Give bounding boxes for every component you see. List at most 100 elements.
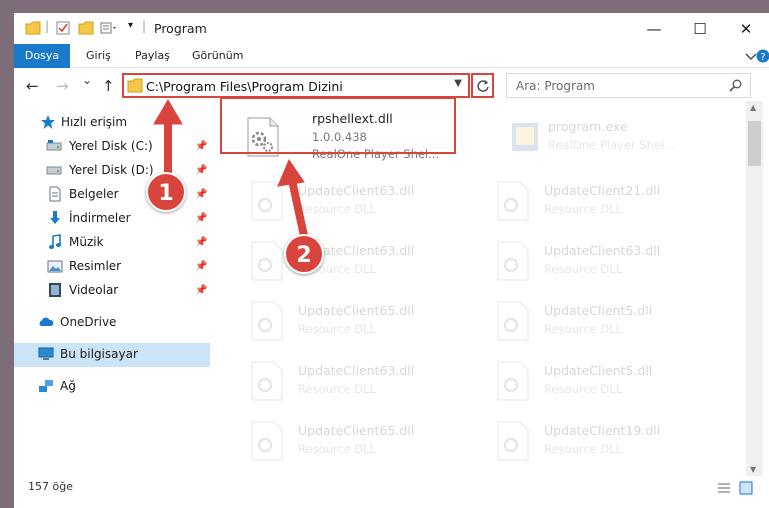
sidebar-item-network[interactable]: Ağ [14,375,210,399]
item-count: 157 öğe [28,480,73,493]
tab-share[interactable]: Paylaş [135,44,170,68]
file-description: Resource DLL [544,322,623,336]
dll-file-icon [251,301,283,341]
forward-button[interactable]: → [56,77,69,95]
file-item[interactable]: UpdateClient19.dll Resource DLL [488,413,728,469]
help-icon[interactable]: ? [755,48,769,64]
file-list: rpshellext.dll 1.0.0.438 RealOne Player … [210,101,746,476]
folder-icon [127,78,143,93]
dll-file-icon [497,361,529,401]
navigation-pane: Hızlı erişim Yerel Disk (C:) 📌 Yerel Dis… [14,101,210,476]
scroll-up-icon[interactable]: ▲ [750,103,756,112]
new-folder-icon[interactable] [78,21,94,35]
file-name: program.exe [548,119,628,134]
sidebar-item-this-pc[interactable]: Bu bilgisayar [14,343,210,367]
file-item[interactable]: UpdateClient65.dll Resource DLL [242,293,482,349]
sidebar-item-onedrive[interactable]: OneDrive [14,311,210,335]
file-item[interactable]: UpdateClient5.dll Resource DLL [488,293,728,349]
sidebar-item-downloads[interactable]: İndirmeler 📌 [14,207,210,231]
status-bar: 157 öğe [14,476,769,508]
file-description: Resource DLL [298,202,377,216]
search-placeholder: Ara: Program [516,79,595,93]
maximize-button[interactable]: ☐ [677,13,723,44]
selected-file-highlight [220,97,456,154]
folder-icon [25,21,41,35]
sidebar-item-videos[interactable]: Videolar 📌 [14,279,210,303]
pin-icon[interactable]: 📌 [195,237,207,248]
download-icon [50,211,60,224]
back-button[interactable]: ← [26,77,39,95]
file-item[interactable]: UpdateClient21.dll Resource DLL [488,173,728,229]
up-button[interactable]: ↑ [102,77,115,95]
large-icons-view-icon[interactable] [739,481,753,495]
tab-home[interactable]: Giriş [86,44,111,68]
sidebar-item-label: Yerel Disk (D:) [69,163,154,177]
dll-file-icon [251,421,283,461]
documents-icon [49,186,61,202]
search-icon[interactable] [729,79,742,92]
pin-icon[interactable]: 📌 [195,165,207,176]
file-item[interactable]: UpdateClient63.dll Resource DLL [242,353,482,409]
dll-file-icon [497,181,529,221]
sidebar-item-label: Ağ [60,379,76,393]
file-description: Resource DLL [544,202,623,216]
file-item[interactable]: UpdateClient5.dll Resource DLL [488,353,728,409]
file-item[interactable]: UpdateClient65.dll Resource DLL [242,413,482,469]
svg-text:?: ? [760,52,765,63]
file-name: UpdateClient21.dll [544,183,661,198]
file-description: Resource DLL [298,442,377,456]
dll-file-icon [251,241,283,281]
pin-icon[interactable]: 📌 [195,261,207,272]
dll-file-icon [497,301,529,341]
file-name: UpdateClient63.dll [298,363,415,378]
onedrive-icon [39,317,54,326]
properties-icon[interactable] [56,21,70,35]
pin-icon[interactable]: 📌 [195,189,207,200]
refresh-button[interactable] [471,73,494,98]
address-bar[interactable]: C:\Program Files\Program Dizini ▼ [122,73,470,98]
refresh-icon [477,80,489,92]
dll-file-icon [251,181,283,221]
sidebar-item-label: OneDrive [60,315,117,329]
recent-locations-button[interactable]: ⌄ [82,73,92,87]
file-name: UpdateClient5.dll [544,303,653,318]
drive-icon [46,166,62,175]
sidebar-item-label: Belgeler [69,187,119,201]
drive-icon [46,140,62,151]
scroll-down-icon[interactable]: ▼ [750,465,756,474]
sidebar-item-pictures[interactable]: Resimler 📌 [14,255,210,279]
customize-toolbar-icon[interactable] [100,21,120,35]
minimize-button[interactable]: — [631,13,677,44]
tab-view[interactable]: Görünüm [192,44,243,68]
address-path: C:\Program Files\Program Dizini [146,79,343,94]
file-item[interactable]: UpdateClient63.dll Resource DLL [242,173,482,229]
file-item[interactable]: program.exe RealOne Player Shel... [500,109,740,165]
file-item[interactable]: UpdateClient63.dll Resource DLL [242,233,482,289]
dll-file-icon [497,421,529,461]
close-button[interactable]: ✕ [723,13,769,44]
pin-icon[interactable]: 📌 [195,213,207,224]
tab-file[interactable]: Dosya [14,44,70,68]
pin-icon[interactable]: 📌 [195,141,207,152]
file-description: Resource DLL [298,322,377,336]
sidebar-item-music[interactable]: Müzik 📌 [14,231,210,255]
sidebar-item-quick-access[interactable]: Hızlı erişim [14,111,210,135]
sidebar-item-label: Yerel Disk (C:) [69,139,153,153]
file-name: UpdateClient63.dll [544,243,661,258]
sidebar-item-local-disk-c[interactable]: Yerel Disk (C:) 📌 [14,135,210,159]
file-name: UpdateClient63.dll [298,183,415,198]
file-explorer-window: | ▾ | Program — ☐ ✕ Dosya Giriş Paylaş G… [14,13,769,508]
scrollbar-thumb[interactable] [748,121,761,166]
search-box[interactable]: Ara: Program [506,73,751,98]
pin-icon[interactable]: 📌 [195,285,207,296]
sidebar-item-label: İndirmeler [69,211,131,225]
dll-file-icon [497,241,529,281]
dll-file-icon [251,361,283,401]
ribbon-tabs: Dosya Giriş Paylaş Görünüm ? [14,44,769,68]
chevron-down-icon[interactable]: ▼ [454,78,462,89]
details-view-icon[interactable] [717,482,731,494]
file-item[interactable]: UpdateClient63.dll Resource DLL [488,233,728,289]
vertical-scrollbar[interactable]: ▲ ▼ [746,101,763,476]
quick-access-dropdown-icon[interactable]: ▾ [128,20,133,31]
file-description: Resource DLL [298,382,377,396]
